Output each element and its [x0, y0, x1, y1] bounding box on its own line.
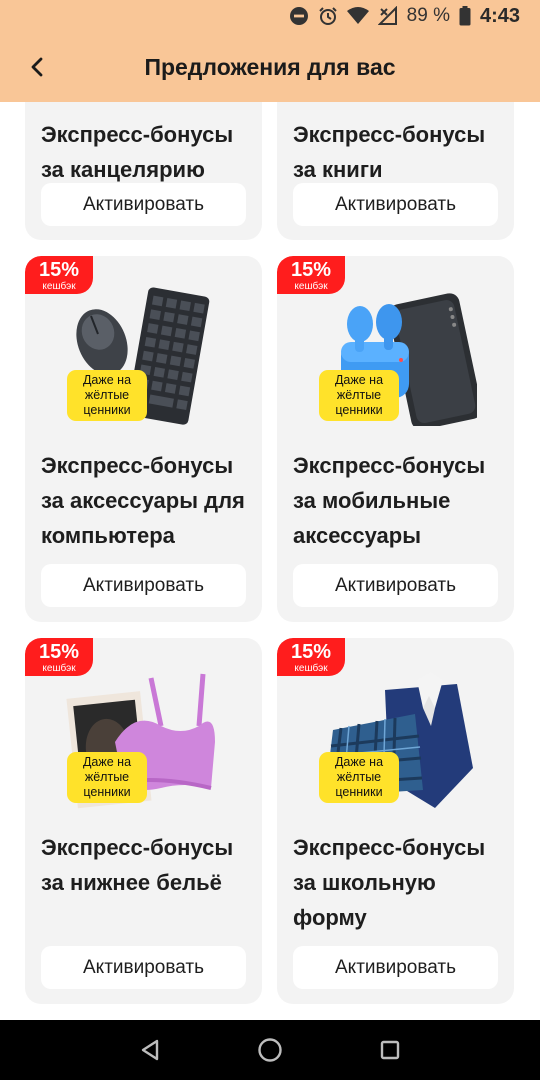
- cashback-label: кешбэк: [42, 281, 76, 292]
- cashback-badge: 15% кешбэк: [25, 638, 93, 676]
- yellow-price-tag: Даже на жёлтые ценники: [319, 370, 399, 421]
- cashback-label: кешбэк: [42, 663, 76, 674]
- recents-square-icon: [380, 1040, 400, 1060]
- offer-card-computer-accessories[interactable]: 15% кешбэк Даже на жёлтые ценники Экспре…: [25, 256, 262, 622]
- header: 89 % 4:43 Предложения для вас: [0, 0, 540, 102]
- dnd-icon: [289, 6, 309, 26]
- card-title: Экспресс-бонусы за мобильные аксессуары: [293, 453, 486, 548]
- battery-icon: [459, 6, 471, 26]
- yellow-price-tag: Даже на жёлтые ценники: [319, 752, 399, 803]
- back-triangle-icon: [141, 1039, 159, 1061]
- nav-back-button[interactable]: [130, 1030, 170, 1070]
- back-button[interactable]: [22, 50, 52, 84]
- activate-button[interactable]: Активировать: [293, 564, 498, 607]
- activate-button[interactable]: Активировать: [41, 946, 246, 989]
- nav-recents-button[interactable]: [370, 1030, 410, 1070]
- offer-card-school-uniform[interactable]: 15% кешбэк Даже на жёлтые ценники Экспре…: [277, 638, 514, 1004]
- cashback-badge: 15% кешбэк: [277, 256, 345, 294]
- cashback-label: кешбэк: [294, 663, 328, 674]
- nav-home-button[interactable]: [250, 1030, 290, 1070]
- offers-list[interactable]: Экспресс-бонусы за канцелярию Активирова…: [0, 102, 540, 1020]
- card-title: Экспресс-бонусы за книги: [293, 122, 486, 182]
- offer-card-mobile-accessories[interactable]: 15% кешбэк Даже на жёлтые ценники Экспре…: [277, 256, 514, 622]
- alarm-icon: [318, 6, 338, 26]
- cashback-percent: 15%: [290, 641, 332, 663]
- yellow-price-tag: Даже на жёлтые ценники: [67, 752, 147, 803]
- activate-button[interactable]: Активировать: [293, 946, 498, 989]
- card-title: Экспресс-бонусы за аксессуары для компью…: [41, 453, 245, 548]
- signal-icon: [377, 6, 398, 26]
- cashback-badge: 15% кешбэк: [277, 638, 345, 676]
- battery-percent: 89 %: [406, 5, 450, 26]
- home-circle-icon: [258, 1038, 282, 1062]
- card-title: Экспресс-бонусы за школьную форму: [293, 835, 486, 930]
- app-bar: Предложения для вас: [0, 36, 540, 98]
- page-title: Предложения для вас: [144, 53, 396, 80]
- cashback-percent: 15%: [38, 641, 80, 663]
- offer-card-stationery[interactable]: Экспресс-бонусы за канцелярию Активирова…: [25, 102, 262, 240]
- wifi-icon: [346, 7, 369, 25]
- activate-button[interactable]: Активировать: [293, 183, 498, 226]
- offer-card-books[interactable]: Экспресс-бонусы за книги Активировать: [277, 102, 514, 240]
- cashback-label: кешбэк: [294, 281, 328, 292]
- card-title: Экспресс-бонусы за нижнее бельё: [41, 835, 234, 895]
- yellow-price-tag: Даже на жёлтые ценники: [67, 370, 147, 421]
- activate-button[interactable]: Активировать: [41, 183, 246, 226]
- status-bar: 89 % 4:43: [0, 0, 540, 32]
- offer-card-underwear[interactable]: 15% кешбэк Даже на жёлтые ценники Экспре…: [25, 638, 262, 1004]
- cashback-percent: 15%: [290, 259, 332, 281]
- cashback-percent: 15%: [38, 259, 80, 281]
- chevron-left-icon: [31, 57, 43, 77]
- system-nav-bar: [0, 1020, 540, 1080]
- cashback-badge: 15% кешбэк: [25, 256, 93, 294]
- activate-button[interactable]: Активировать: [41, 564, 246, 607]
- card-title: Экспресс-бонусы за канцелярию: [41, 122, 234, 182]
- clock: 4:43: [479, 4, 520, 27]
